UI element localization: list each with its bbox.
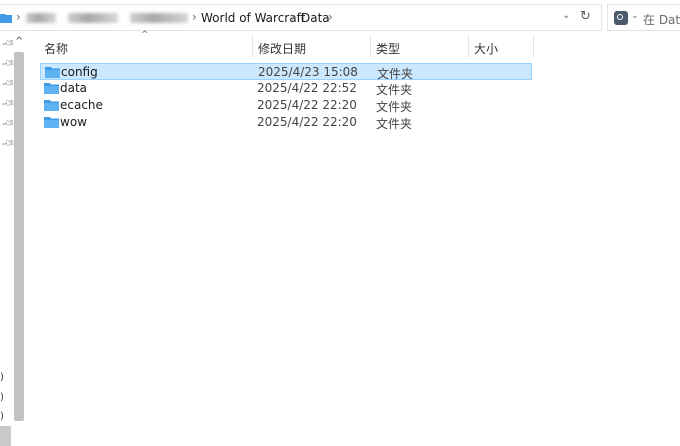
- navigation-pane: 📌︎ 📌︎ 📌︎ 📌︎ 📌︎ 📌︎ ^ ) ) ): [0, 34, 26, 446]
- file-explorer-window: › › World of Warcraft › Data › ⌄ ↻ ⌄ 在 D…: [0, 0, 680, 446]
- search-scope-icon[interactable]: [614, 11, 628, 25]
- row-date: 2025/4/23 15:08: [258, 65, 358, 79]
- row-date: 2025/4/22 22:20: [257, 115, 357, 129]
- table-row[interactable]: wow 2025/4/22 22:20 文件夹: [40, 114, 532, 131]
- chevron-down-icon[interactable]: ⌄: [631, 11, 639, 21]
- row-date: 2025/4/22 22:20: [257, 98, 357, 112]
- nav-item-partial[interactable]: ): [0, 411, 4, 422]
- navigation-scrollbar[interactable]: [14, 52, 24, 421]
- folder-icon: [45, 67, 60, 78]
- redacted-crumb: [26, 13, 56, 23]
- address-bar[interactable]: › › World of Warcraft › Data › ⌄ ↻: [0, 4, 602, 31]
- pin-icon[interactable]: 📌︎: [0, 117, 15, 132]
- breadcrumb-separator: ›: [192, 10, 197, 24]
- pin-icon[interactable]: 📌︎: [0, 137, 15, 152]
- search-box[interactable]: ⌄ 在 Data: [607, 4, 680, 31]
- column-header-name[interactable]: 名称: [44, 40, 68, 57]
- nav-scroll-corner: [0, 426, 11, 446]
- folder-icon: [0, 14, 12, 23]
- table-row[interactable]: data 2025/4/22 22:52 文件夹: [40, 80, 532, 97]
- redacted-crumb: [130, 13, 188, 23]
- breadcrumb-separator: ›: [291, 10, 296, 24]
- pin-icon[interactable]: 📌︎: [0, 97, 15, 112]
- nav-item-partial[interactable]: ): [0, 372, 4, 383]
- table-row[interactable]: ecache 2025/4/22 22:20 文件夹: [40, 97, 532, 114]
- table-row[interactable]: config 2025/4/23 15:08 文件夹: [40, 63, 532, 81]
- row-name: wow: [60, 115, 87, 129]
- row-type: 文件夹: [376, 83, 413, 97]
- folder-icon: [44, 100, 59, 111]
- pin-icon[interactable]: 📌︎: [0, 77, 15, 92]
- column-divider[interactable]: [252, 35, 253, 57]
- row-date: 2025/4/22 22:52: [257, 81, 357, 95]
- scroll-up-icon[interactable]: ^: [15, 36, 23, 47]
- row-type: 文件夹: [376, 100, 413, 114]
- breadcrumb-separator: ›: [16, 10, 21, 24]
- column-divider[interactable]: [370, 35, 371, 57]
- address-history-chevron-icon[interactable]: ⌄: [562, 10, 570, 21]
- redacted-crumb: [68, 13, 118, 23]
- folder-icon: [44, 117, 59, 128]
- refresh-icon[interactable]: ↻: [580, 9, 591, 24]
- column-header-type[interactable]: 类型: [376, 40, 400, 57]
- row-name: config: [61, 65, 98, 79]
- row-type: 文件夹: [376, 117, 413, 131]
- pin-icon[interactable]: 📌︎: [0, 37, 15, 52]
- breadcrumb-world-of-warcraft[interactable]: World of Warcraft: [201, 11, 305, 25]
- column-divider[interactable]: [533, 35, 534, 57]
- row-name: data: [60, 81, 88, 95]
- pin-icon[interactable]: 📌︎: [0, 57, 15, 72]
- column-divider[interactable]: [468, 35, 469, 57]
- column-header-size[interactable]: 大小: [474, 40, 498, 57]
- folder-icon: [44, 83, 59, 94]
- row-name: ecache: [60, 98, 103, 112]
- column-header-date[interactable]: 修改日期: [258, 40, 306, 57]
- nav-item-partial[interactable]: ): [0, 392, 4, 403]
- search-input[interactable]: 在 Data: [643, 11, 680, 28]
- breadcrumb-separator: ›: [328, 10, 333, 24]
- sort-ascending-icon: ^: [141, 30, 149, 40]
- breadcrumb-data[interactable]: Data: [301, 11, 330, 25]
